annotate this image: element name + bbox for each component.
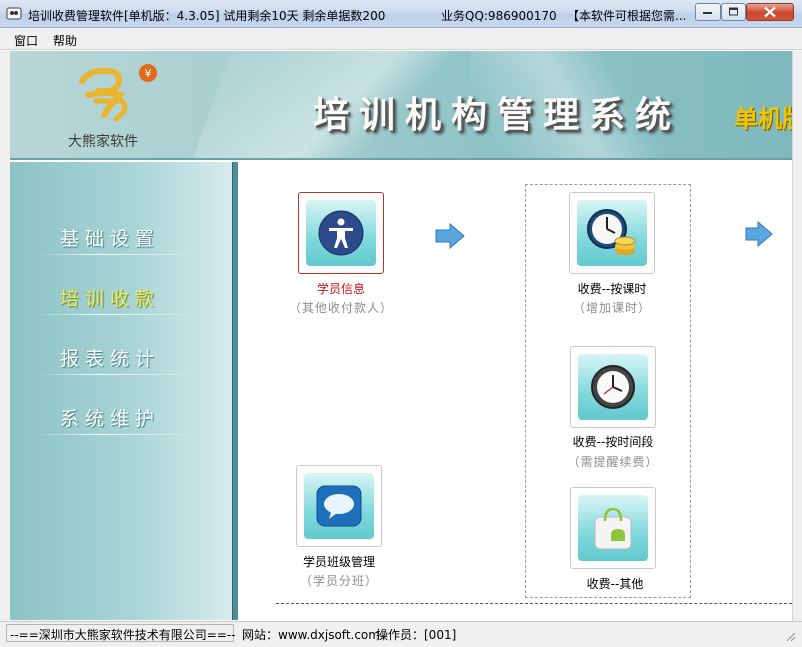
- menu-bar: 窗口 帮助: [0, 28, 802, 50]
- close-icon: [764, 6, 776, 18]
- sidebar-item-maintenance[interactable]: 系统维护: [60, 404, 160, 431]
- fee-other-button[interactable]: [570, 487, 656, 569]
- maximize-icon: [728, 7, 738, 16]
- sidebar: 基础设置 培训收款 报表统计 系统维护: [10, 162, 232, 620]
- contact-qq: 业务QQ:986900170: [441, 9, 557, 23]
- nav-divider: [34, 434, 204, 435]
- class-management-sub: （学员分班）: [299, 574, 378, 588]
- svg-text:¥: ¥: [145, 67, 152, 80]
- minimize-icon: [703, 12, 712, 14]
- maximize-button[interactable]: [721, 3, 746, 21]
- status-company: --==深圳市大熊家软件技术有限公司==--: [10, 628, 236, 642]
- resize-grip-icon[interactable]: [784, 630, 796, 642]
- student-info-label: 学员信息: [316, 282, 365, 296]
- class-management-button[interactable]: [296, 465, 382, 547]
- status-operator: 操作员：[001]: [376, 628, 457, 642]
- class-management-label: 学员班级管理: [302, 555, 375, 569]
- window-frame-right: [792, 51, 802, 621]
- fee-by-lesson-button[interactable]: [569, 192, 655, 274]
- minimize-button[interactable]: [695, 3, 721, 21]
- arrow-right-icon: [745, 220, 773, 248]
- title-note: 【本软件可根据您需...: [567, 9, 685, 23]
- shopping-bag-icon: [594, 507, 632, 550]
- header-banner: ¥ 大熊家软件 培训机构管理系统 单机版: [10, 51, 792, 160]
- title-bar[interactable]: 培训收费管理软件[单机版：4.3.05] 试用剩余10天 剩余单据数200 业务…: [0, 0, 802, 28]
- fee-other-label: 收费--其他: [586, 577, 644, 591]
- fee-by-period-sub: （需提醒续费）: [567, 455, 659, 469]
- nav-divider: [34, 374, 204, 375]
- nav-divider: [34, 254, 204, 255]
- student-info-button[interactable]: [298, 192, 384, 274]
- person-icon: [318, 210, 364, 256]
- close-button[interactable]: [746, 3, 794, 21]
- section-separator: [276, 603, 792, 604]
- status-website: 网站：www.dxjsoft.com: [242, 628, 380, 642]
- menu-window[interactable]: 窗口: [14, 32, 38, 49]
- app-icon: [6, 7, 22, 20]
- banner-title: 培训机构管理系统: [313, 94, 682, 136]
- nav-divider: [34, 314, 204, 315]
- window-title: 培训收费管理软件[单机版：4.3.05] 试用剩余10天 剩余单据数200: [28, 9, 386, 23]
- window-frame-left: [0, 51, 10, 621]
- fee-by-lesson-label: 收费--按课时: [577, 282, 647, 296]
- clock-coins-icon: [587, 209, 636, 255]
- sidebar-item-training-payment[interactable]: 培训收款: [60, 284, 160, 311]
- chat-bubble-icon: [316, 485, 362, 527]
- status-bar: --==深圳市大熊家软件技术有限公司==-- 网站：www.dxjsoft.co…: [0, 621, 802, 647]
- banner-edition: 单机版: [734, 105, 792, 133]
- arrow-right-icon: [435, 222, 465, 250]
- sidebar-item-reports[interactable]: 报表统计: [60, 344, 160, 371]
- fee-by-lesson-sub: （增加课时）: [572, 301, 651, 315]
- sidebar-splitter[interactable]: [232, 162, 238, 620]
- clock-icon: [591, 365, 635, 409]
- logo-text: 大熊家软件: [68, 134, 138, 150]
- fee-by-period-label: 收费--按时间段: [572, 435, 654, 449]
- logo-icon: ¥: [79, 64, 157, 122]
- sidebar-item-basic-settings[interactable]: 基础设置: [60, 224, 160, 251]
- student-info-sub: （其他收付款人）: [288, 301, 393, 315]
- fee-by-period-button[interactable]: [570, 346, 656, 428]
- menu-help[interactable]: 帮助: [53, 32, 77, 49]
